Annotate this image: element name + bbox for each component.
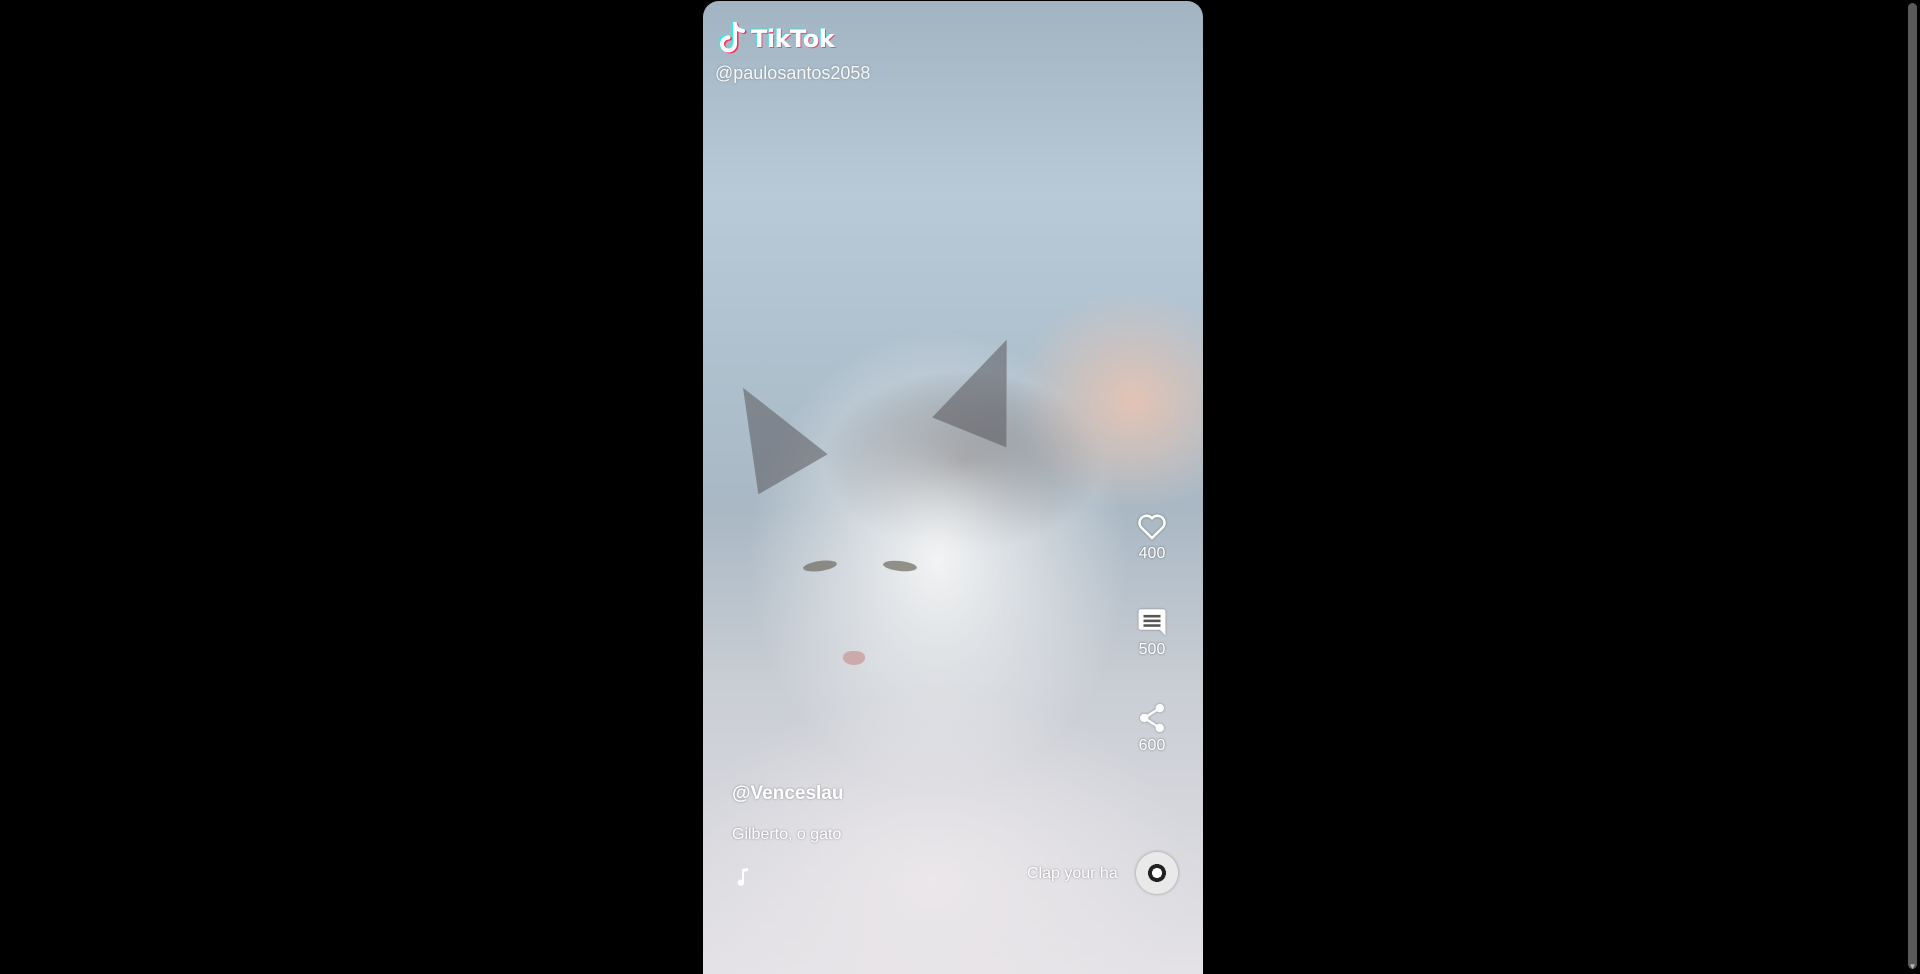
cat-eye-shape — [802, 558, 838, 574]
comment-button[interactable]: 500 — [1131, 605, 1173, 659]
cat-nose-shape — [843, 651, 865, 665]
comment-icon — [1138, 609, 1166, 636]
video-caption: Gilberto, o gato — [732, 826, 842, 843]
cat-ear-shape — [708, 367, 828, 495]
comment-count: 500 — [1138, 641, 1166, 658]
page-scrollbar[interactable]: ▲ ▼ — [1905, 0, 1920, 974]
like-button[interactable]: 400 — [1131, 509, 1173, 563]
music-disc-icon[interactable] — [1136, 852, 1178, 894]
scroll-down-arrow-icon[interactable]: ▼ — [1905, 960, 1920, 974]
sound-title[interactable]: Clap your ha — [1027, 865, 1121, 883]
share-count: 600 — [1138, 737, 1166, 754]
heart-icon — [1138, 514, 1166, 540]
share-button[interactable]: 600 — [1131, 701, 1173, 755]
music-note-icon[interactable] — [733, 865, 755, 889]
cat-ear-shape — [932, 324, 1044, 448]
brand-name: TikTok — [751, 25, 835, 53]
cat-eye-shape — [882, 559, 918, 573]
tiktok-watermark: TikTok — [717, 21, 835, 57]
video-player[interactable]: TikTok @paulosantos2058 400 500 600 @Ven… — [703, 1, 1203, 974]
author-username[interactable]: @Venceslau — [732, 783, 843, 805]
page: TikTok @paulosantos2058 400 500 600 @Ven… — [0, 0, 1920, 974]
watermark-handle: @paulosantos2058 — [715, 63, 871, 83]
scrollbar-thumb[interactable] — [1908, 3, 1917, 969]
tiktok-logo-icon — [718, 21, 747, 54]
like-count: 400 — [1138, 545, 1166, 562]
share-icon — [1139, 703, 1165, 733]
